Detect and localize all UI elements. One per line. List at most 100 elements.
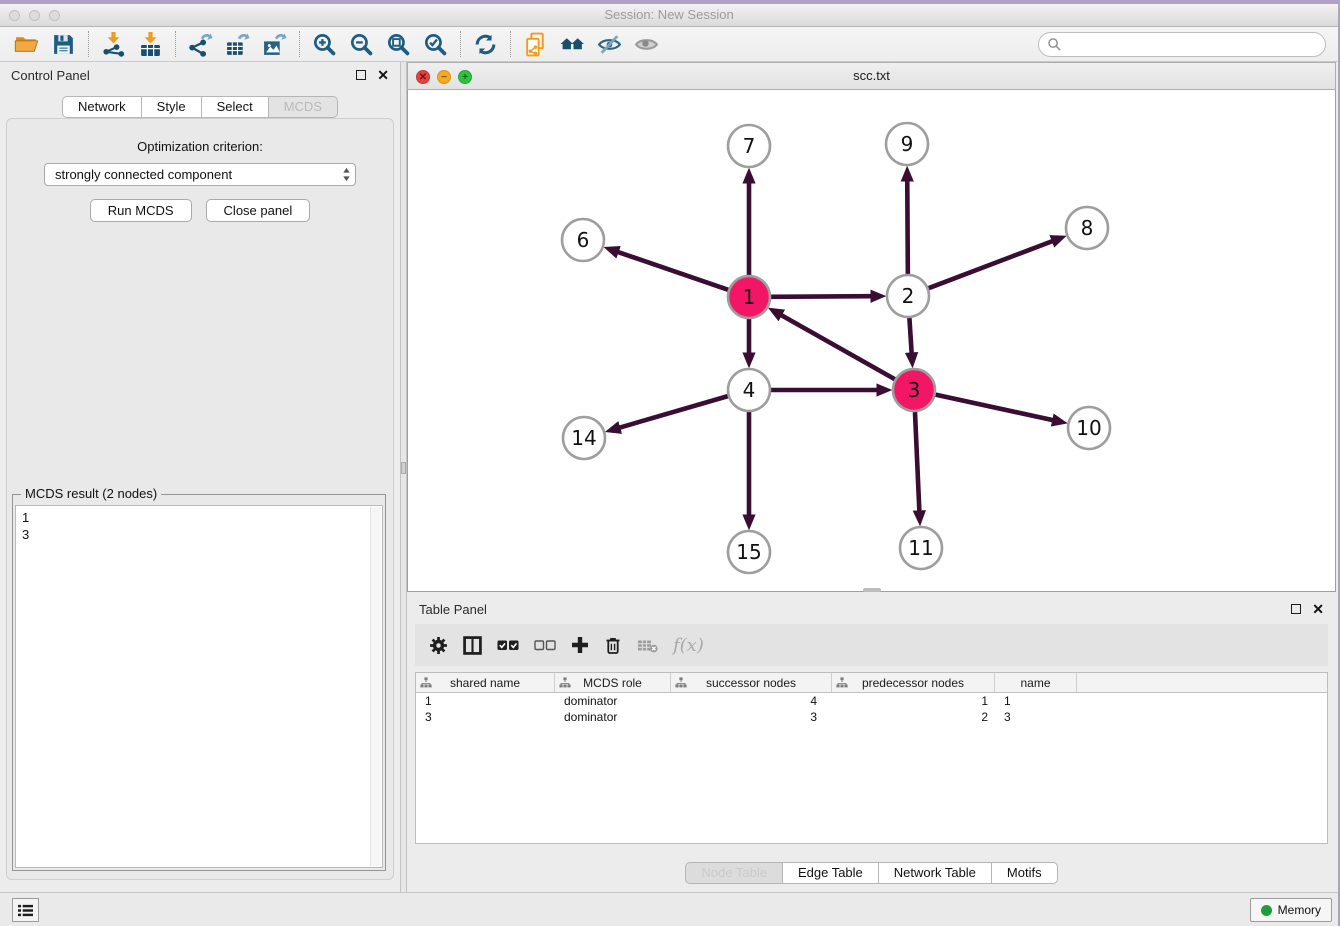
network-canvas[interactable]: 7 9 6 8 1 2 4 3 14 10 15 11	[407, 90, 1336, 592]
table-cell[interactable]: 3	[671, 710, 832, 724]
edge-2-3[interactable]	[909, 318, 911, 353]
edge-3-10[interactable]	[935, 395, 1052, 420]
tab-node-table[interactable]: Node Table	[685, 862, 783, 884]
hide-selected-icon[interactable]	[591, 29, 628, 59]
table-cell[interactable]: 3	[995, 710, 1077, 724]
graph-node-10[interactable]: 10	[1068, 407, 1110, 449]
edge-2-9[interactable]	[907, 181, 908, 274]
close-panel-button[interactable]: Close panel	[206, 199, 311, 222]
titlebar: Session: New Session	[0, 4, 1338, 27]
table-close-icon[interactable]: ✕	[1312, 603, 1324, 615]
edge-1-2[interactable]	[771, 296, 871, 297]
network-window-titlebar[interactable]: ✕ − + scc.txt	[407, 62, 1336, 90]
zoom-out-icon[interactable]	[343, 29, 380, 59]
tab-mcds[interactable]: MCDS	[269, 96, 338, 118]
zoom-fit-icon[interactable]	[380, 29, 417, 59]
mcds-result-title: MCDS result (2 nodes)	[21, 486, 161, 501]
run-mcds-button[interactable]: Run MCDS	[90, 199, 192, 222]
export-table-icon[interactable]	[219, 29, 256, 59]
search-box[interactable]	[1038, 32, 1326, 57]
table-row[interactable]: 3dominator323	[416, 709, 1327, 725]
table-row[interactable]: 1dominator411	[416, 693, 1327, 709]
result-scrollbar[interactable]	[370, 507, 381, 866]
divider-grip[interactable]	[401, 462, 406, 474]
tab-motifs[interactable]: Motifs	[992, 862, 1058, 884]
criterion-select[interactable]: strongly connected component	[44, 163, 356, 186]
tab-network-table[interactable]: Network Table	[879, 862, 992, 884]
network-from-selection-icon[interactable]	[517, 29, 554, 59]
delete-row-icon[interactable]	[604, 633, 622, 657]
table-cell[interactable]: 1	[995, 694, 1077, 708]
graph-node-9[interactable]: 9	[886, 123, 928, 165]
table-cell[interactable]: 1	[416, 694, 555, 708]
graph-node-4[interactable]: 4	[728, 369, 770, 411]
maximize-window-icon[interactable]	[49, 10, 60, 21]
edge-1-6[interactable]	[618, 252, 728, 290]
select-all-icon[interactable]	[497, 633, 519, 657]
table-cell[interactable]: 2	[832, 710, 995, 724]
graph-node-3[interactable]: 3	[893, 369, 935, 411]
export-image-icon[interactable]	[256, 29, 293, 59]
control-panel-title: Control Panel	[11, 68, 90, 83]
tab-edge-table[interactable]: Edge Table	[783, 862, 879, 884]
graph-node-15[interactable]: 15	[728, 531, 770, 573]
import-table-icon[interactable]	[132, 29, 169, 59]
network-maximize-icon[interactable]: +	[458, 70, 472, 84]
edge-3-1[interactable]	[781, 315, 895, 379]
zoom-in-icon[interactable]	[306, 29, 343, 59]
task-history-button[interactable]	[12, 898, 39, 922]
mcds-result-text[interactable]: 13	[15, 505, 383, 868]
table-float-icon[interactable]	[1291, 604, 1301, 614]
column-header-shared-name[interactable]: shared name	[416, 673, 555, 692]
close-panel-icon[interactable]: ✕	[377, 69, 389, 81]
network-minimize-icon[interactable]: −	[437, 70, 451, 84]
table-cell[interactable]: dominator	[555, 710, 671, 724]
minimize-window-icon[interactable]	[29, 10, 40, 21]
show-all-icon[interactable]	[628, 29, 665, 59]
optimization-criterion-label: Optimization criterion:	[7, 139, 393, 154]
column-header-MCDS-role[interactable]: MCDS role	[555, 673, 671, 692]
columns-icon[interactable]	[463, 633, 482, 657]
tab-style[interactable]: Style	[142, 96, 202, 118]
graph-node-11[interactable]: 11	[900, 527, 942, 569]
graph-node-1[interactable]: 1	[728, 276, 770, 318]
traffic-lights	[9, 10, 60, 21]
canvas-hscroll-thumb[interactable]	[863, 588, 881, 592]
first-neighbors-icon[interactable]	[554, 29, 591, 59]
select-stepper-icon	[342, 167, 351, 182]
tab-network[interactable]: Network	[62, 96, 142, 118]
table-cell[interactable]: 1	[832, 694, 995, 708]
deselect-all-icon[interactable]	[534, 633, 556, 657]
float-panel-icon[interactable]	[356, 70, 366, 80]
svg-text:4: 4	[743, 378, 756, 402]
graph-node-2[interactable]: 2	[887, 275, 929, 317]
column-header-name[interactable]: name	[995, 673, 1077, 692]
column-header-predecessor-nodes[interactable]: predecessor nodes	[832, 673, 995, 692]
mcds-result-line: 3	[22, 526, 376, 543]
export-network-icon[interactable]	[182, 29, 219, 59]
graph-node-8[interactable]: 8	[1066, 207, 1108, 249]
tab-select[interactable]: Select	[202, 96, 269, 118]
edge-2-8[interactable]	[929, 241, 1053, 288]
network-close-icon[interactable]: ✕	[416, 70, 430, 84]
open-icon[interactable]	[8, 29, 45, 59]
zoom-selected-icon[interactable]	[417, 29, 454, 59]
add-row-icon[interactable]	[571, 633, 589, 657]
table-cell[interactable]: 4	[671, 694, 832, 708]
memory-button[interactable]: Memory	[1250, 898, 1332, 922]
import-network-icon[interactable]	[95, 29, 132, 59]
refresh-icon[interactable]	[467, 29, 504, 59]
graph-node-14[interactable]: 14	[563, 417, 605, 459]
svg-text:11: 11	[908, 536, 933, 560]
close-window-icon[interactable]	[9, 10, 20, 21]
edge-4-14[interactable]	[620, 396, 728, 428]
table-cell[interactable]: dominator	[555, 694, 671, 708]
edge-3-11[interactable]	[915, 412, 919, 511]
table-cell[interactable]: 3	[416, 710, 555, 724]
column-header-successor-nodes[interactable]: successor nodes	[671, 673, 832, 692]
graph-node-6[interactable]: 6	[562, 219, 604, 261]
save-icon[interactable]	[45, 29, 82, 59]
settings-icon[interactable]	[429, 633, 448, 657]
graph-node-7[interactable]: 7	[728, 125, 770, 167]
search-input[interactable]	[1067, 37, 1317, 51]
